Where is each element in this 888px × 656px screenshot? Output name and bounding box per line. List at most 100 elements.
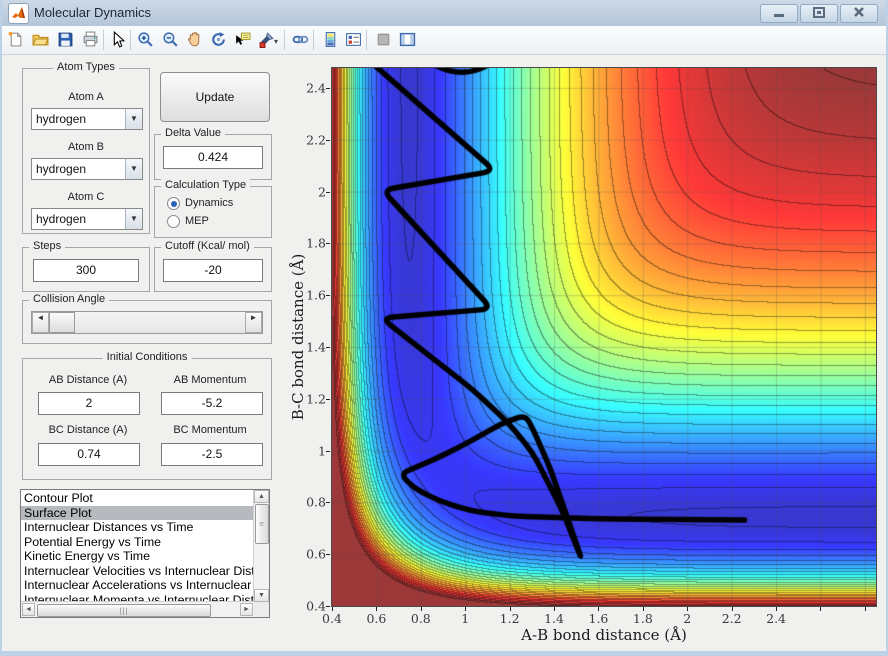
show-plot-tools-button[interactable]: [397, 29, 419, 51]
delta-value-field[interactable]: 0.424: [163, 146, 263, 169]
scroll-up-icon[interactable]: ▲: [254, 490, 269, 503]
figure-toolbar: ▾: [2, 26, 886, 55]
scroll-left-icon[interactable]: ◄: [22, 603, 35, 616]
arrow-cursor-button[interactable]: [107, 29, 129, 51]
tick-label: 1.2: [499, 611, 520, 626]
tick-label: 1.4: [306, 339, 326, 355]
insert-colorbar-button[interactable]: [320, 29, 342, 51]
list-horizontal-scrollbar[interactable]: ◄ ||| ►: [21, 601, 254, 617]
scrollbar-corner: [254, 602, 269, 617]
tick-label: 2: [318, 184, 326, 200]
tick-mark: [326, 87, 330, 89]
list-item[interactable]: Kinetic Energy vs Time: [21, 549, 254, 564]
tick-label: 1.8: [306, 235, 326, 251]
atom-c-label: Atom C: [67, 191, 105, 203]
initial-conditions-panel: Initial Conditions AB Distance (A) AB Mo…: [22, 351, 272, 480]
radio-mep[interactable]: MEP: [167, 214, 263, 228]
hscroll-thumb[interactable]: |||: [37, 604, 211, 617]
matlab-logo-icon: [8, 3, 29, 24]
cutoff-label: Cutoff (Kcal/ mol): [161, 240, 254, 252]
restore-button[interactable]: [800, 4, 838, 23]
link-plots-button[interactable]: [290, 29, 312, 51]
zoom-out-button[interactable]: [160, 29, 182, 51]
slider-right-arrow[interactable]: ►: [245, 312, 262, 333]
insert-legend-button[interactable]: [343, 29, 365, 51]
steps-field[interactable]: 300: [33, 259, 139, 282]
plot-type-list: Contour Plot Surface Plot Internuclear Dis…: [21, 491, 254, 602]
contour-plot-canvas[interactable]: [332, 68, 876, 606]
ab-momentum-field[interactable]: -5.2: [161, 392, 263, 415]
cutoff-field[interactable]: -20: [163, 259, 263, 282]
bc-momentum-field[interactable]: -2.5: [161, 443, 263, 466]
list-item[interactable]: Internuclear Accelerations vs Internucle…: [21, 578, 254, 593]
atom-b-value: hydrogen: [36, 162, 87, 176]
title-bar[interactable]: Molecular Dynamics: [2, 0, 886, 27]
tick-label: 0.6: [366, 611, 387, 626]
bc-distance-field[interactable]: 0.74: [38, 443, 140, 466]
tick-mark: [776, 607, 778, 611]
tick-label: 2.2: [721, 611, 742, 626]
minimize-button[interactable]: [760, 4, 798, 23]
tick-label: 0.6: [306, 546, 326, 562]
data-cursor-button[interactable]: [232, 29, 254, 51]
atom-b-label: Atom B: [67, 141, 105, 153]
list-item[interactable]: Internuclear Distances vs Time: [21, 520, 254, 535]
pan-hand-button[interactable]: [184, 29, 206, 51]
list-item[interactable]: Internuclear Velocities vs Internuclear …: [21, 564, 254, 579]
open-folder-button[interactable]: [30, 29, 52, 51]
window-bottom-border: [2, 651, 886, 656]
plot-type-listbox[interactable]: Contour Plot Surface Plot Internuclear Dis…: [20, 489, 270, 618]
chevron-down-icon[interactable]: ▼: [125, 109, 142, 129]
list-item[interactable]: Contour Plot: [21, 491, 254, 506]
rotate-3d-button[interactable]: [208, 29, 230, 51]
steps-label: Steps: [29, 240, 66, 252]
save-button[interactable]: [55, 29, 77, 51]
atom-c-value: hydrogen: [36, 212, 87, 226]
zoom-in-button[interactable]: [135, 29, 157, 51]
close-button[interactable]: [840, 4, 878, 23]
tick-label: 0.8: [410, 611, 431, 626]
tick-mark: [326, 346, 330, 348]
update-button[interactable]: Update: [160, 72, 270, 122]
radio-dynamics[interactable]: Dynamics: [167, 196, 263, 210]
slider-left-arrow[interactable]: ◄: [32, 312, 49, 333]
tick-mark: [731, 607, 733, 611]
vscroll-thumb[interactable]: ≡: [255, 504, 269, 544]
scroll-down-icon[interactable]: ▼: [254, 589, 269, 602]
collision-angle-slider[interactable]: ◄ ►: [31, 311, 263, 334]
atom-a-dropdown[interactable]: hydrogen ▼: [31, 108, 143, 130]
list-item[interactable]: Potential Energy vs Time: [21, 535, 254, 550]
new-file-button[interactable]: [5, 29, 27, 51]
ab-distance-field[interactable]: 2: [38, 392, 140, 415]
tick-mark: [326, 139, 330, 141]
x-axis-label: A-B bond distance (Å): [521, 626, 687, 644]
slider-thumb[interactable]: [49, 312, 75, 333]
hide-plot-tools-button[interactable]: [373, 29, 395, 51]
tick-label: 1.2: [306, 391, 326, 407]
chevron-down-icon[interactable]: ▼: [125, 159, 142, 179]
tick-label: 1.6: [588, 611, 609, 626]
list-item[interactable]: Surface Plot: [21, 505, 254, 520]
tick-mark: [326, 295, 330, 297]
tick-label: 2: [683, 611, 692, 626]
tick-mark: [332, 607, 333, 611]
tick-mark: [326, 243, 330, 245]
tick-label: 0.8: [306, 494, 326, 510]
tick-mark: [326, 554, 330, 556]
toolbar-separator: [313, 30, 314, 50]
scroll-right-icon[interactable]: ►: [240, 603, 253, 616]
calculation-type-label: Calculation Type: [161, 179, 251, 191]
brush-dropdown-caret[interactable]: ▾: [274, 37, 278, 46]
atom-b-dropdown[interactable]: hydrogen ▼: [31, 158, 143, 180]
atom-c-dropdown[interactable]: hydrogen ▼: [31, 208, 143, 230]
collision-angle-label: Collision Angle: [29, 293, 110, 305]
radio-mep-label: MEP: [185, 215, 209, 227]
tick-mark: [465, 607, 467, 611]
list-vertical-scrollbar[interactable]: ▲ ≡ ▼: [253, 490, 269, 602]
tick-label: 1: [318, 443, 326, 459]
chevron-down-icon[interactable]: ▼: [125, 209, 142, 229]
atom-a-label: Atom A: [68, 91, 104, 103]
ab-momentum-label: AB Momentum: [173, 374, 247, 386]
print-button[interactable]: [80, 29, 102, 51]
tick-mark: [326, 191, 330, 193]
